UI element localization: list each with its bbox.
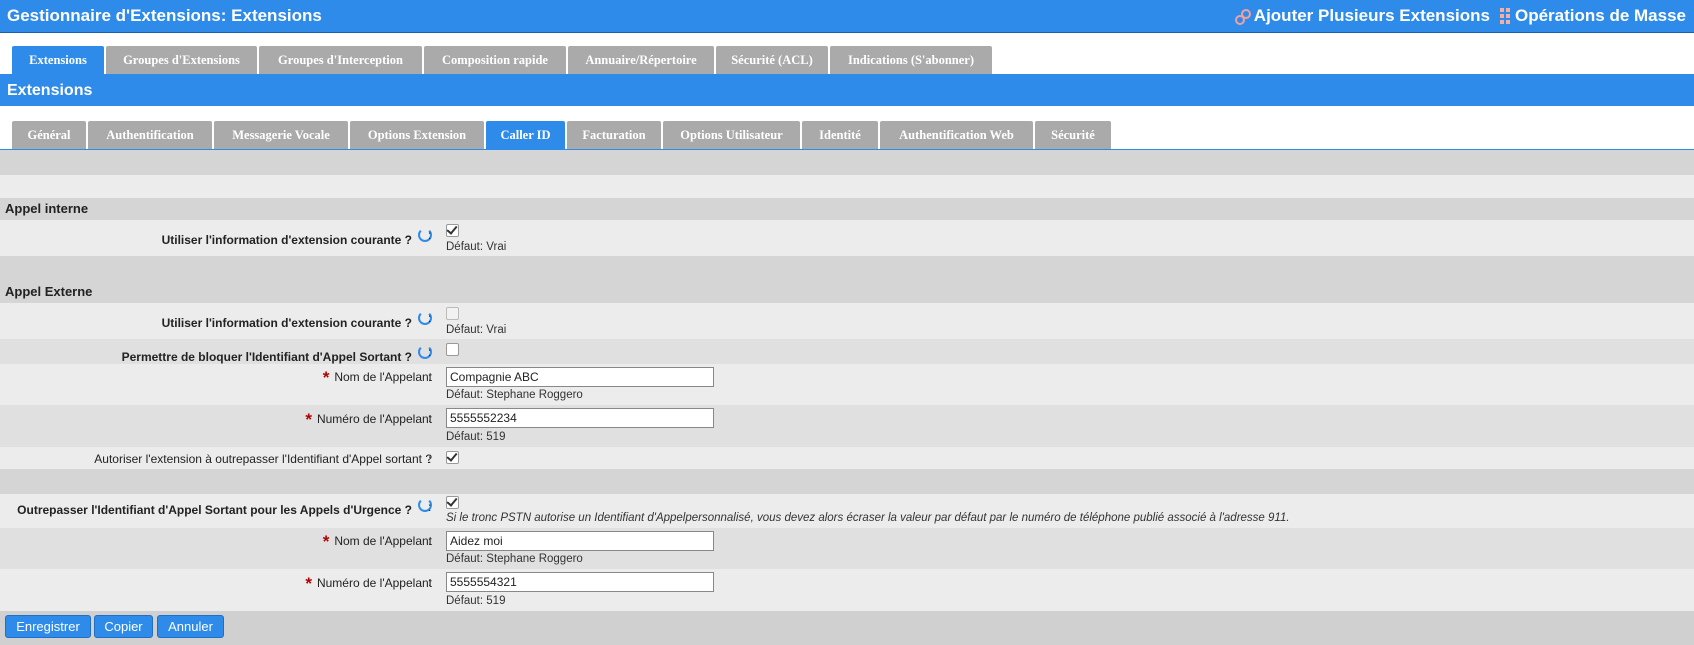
header-actions: Ajouter Plusieurs Extensions Opérations …: [1234, 6, 1686, 26]
form-actions: Enregistrer Copier Annuler: [0, 611, 1694, 645]
copy-button[interactable]: Copier: [94, 615, 153, 638]
main-tabs: Extensions Groupes d'Extensions Groupes …: [0, 46, 1694, 75]
internal-use-current-label: Utiliser l'information d'extension coura…: [162, 228, 432, 247]
emergency-number-label: * Numéro de l'Appelant: [305, 574, 432, 593]
spacer-band: [0, 175, 1694, 198]
link-icon: [1234, 9, 1251, 25]
external-use-current-label: Utiliser l'information d'extension coura…: [162, 311, 432, 330]
external-use-current-default: Défaut: Vrai: [446, 324, 507, 336]
required-icon: *: [305, 574, 312, 593]
emergency-override-note: Si le tronc PSTN autorise un Identifiant…: [446, 512, 1290, 524]
subtab-voicemail[interactable]: Messagerie Vocale: [214, 121, 348, 149]
tab-extensions[interactable]: Extensions: [12, 46, 104, 74]
internal-use-current-default: Défaut: Vrai: [446, 241, 507, 253]
section-header: Extensions: [0, 76, 1694, 106]
mass-operations-label: Opérations de Masse: [1514, 6, 1686, 25]
spacer-band: [0, 256, 1694, 281]
subtab-general[interactable]: Général: [12, 121, 86, 149]
tab-security-acl[interactable]: Sécurité (ACL): [716, 46, 828, 74]
emergency-name-default: Défaut: Stephane Roggero: [446, 553, 583, 565]
required-icon: *: [305, 410, 312, 429]
sub-tabs: Général Authentification Messagerie Voca…: [0, 121, 1694, 150]
external-number-row: *Numéro de l'Appelant : Défaut: 519: [0, 405, 1694, 447]
external-number-default: Défaut: 519: [446, 431, 506, 443]
allow-override-label: Autoriser l'extension à outrepasser l'Id…: [94, 452, 432, 466]
internal-call-title: Appel interne: [5, 201, 89, 216]
section-title: Extensions: [7, 82, 93, 99]
external-call-title: Appel Externe: [5, 284, 93, 299]
top-bar: Gestionnaire d'Extensions: Extensions Aj…: [0, 0, 1694, 33]
mass-operations-link[interactable]: Opérations de Masse: [1499, 6, 1686, 26]
external-use-current-row: Utiliser l'information d'extension coura…: [0, 303, 1694, 339]
internal-call-heading: Appel interne: [0, 198, 1694, 220]
allow-block-checkbox[interactable]: [446, 343, 459, 356]
add-multiple-label: Ajouter Plusieurs Extensions: [1253, 6, 1490, 25]
save-button[interactable]: Enregistrer: [5, 615, 91, 638]
cancel-button[interactable]: Annuler: [157, 615, 224, 638]
subtab-user-options[interactable]: Options Utilisateur: [663, 121, 800, 149]
grid-icon: [1499, 8, 1510, 24]
external-number-label: * Numéro de l'Appelant: [305, 410, 432, 429]
allow-block-label: Permettre de bloquer l'Identifiant d'App…: [122, 345, 432, 364]
subtab-extension-options[interactable]: Options Extension: [350, 121, 484, 149]
tab-subscriptions[interactable]: Indications (S'abonner): [830, 46, 992, 74]
emergency-override-checkbox[interactable]: [446, 495, 459, 509]
allow-override-checkbox[interactable]: [446, 450, 459, 464]
external-name-default: Défaut: Stephane Roggero: [446, 389, 583, 401]
tab-pickup-groups[interactable]: Groupes d'Interception: [259, 46, 422, 74]
external-name-label: * Nom de l'Appelant: [322, 368, 432, 387]
required-icon: *: [322, 532, 330, 551]
tab-speed-dial[interactable]: Composition rapide: [424, 46, 566, 74]
allow-override-row: Autoriser l'extension à outrepasser l'Id…: [0, 447, 1694, 469]
subtab-caller-id[interactable]: Caller ID: [486, 121, 565, 149]
external-name-input[interactable]: [446, 367, 714, 387]
add-multiple-extensions-link[interactable]: Ajouter Plusieurs Extensions: [1234, 6, 1490, 26]
emergency-name-label: * Nom de l'Appelant: [322, 532, 432, 551]
external-name-row: *Nom de l'Appelant : Défaut: Stephane Ro…: [0, 364, 1694, 405]
external-number-input[interactable]: [446, 408, 714, 428]
external-call-heading: Appel Externe: [0, 281, 1694, 303]
tab-directory[interactable]: Annuaire/Répertoire: [568, 46, 714, 74]
emergency-number-row: *Numéro de l'Appelant : Défaut: 519: [0, 569, 1694, 611]
allow-block-row: Permettre de bloquer l'Identifiant d'App…: [0, 339, 1694, 364]
emergency-name-row: *Nom de l'Appelant : Défaut: Stephane Ro…: [0, 528, 1694, 569]
page-title: Gestionnaire d'Extensions: Extensions: [7, 6, 322, 25]
emergency-name-input[interactable]: [446, 531, 714, 551]
internal-use-current-checkbox[interactable]: [446, 223, 459, 237]
emergency-override-row: Outrepasser l'Identifiant d'Appel Sortan…: [0, 494, 1694, 528]
required-icon: *: [322, 368, 330, 387]
spacer-band: [0, 469, 1694, 494]
emergency-override-label: Outrepasser l'Identifiant d'Appel Sortan…: [17, 498, 432, 517]
emergency-number-input[interactable]: [446, 572, 714, 592]
emergency-number-default: Défaut: 519: [446, 595, 506, 607]
tab-extension-groups[interactable]: Groupes d'Extensions: [106, 46, 257, 74]
external-use-current-checkbox[interactable]: [446, 307, 459, 320]
subtab-billing[interactable]: Facturation: [567, 121, 661, 149]
subtab-web-authentication[interactable]: Authentification Web: [880, 121, 1033, 149]
subtab-identity[interactable]: Identité: [802, 121, 878, 149]
subtab-authentication[interactable]: Authentification: [88, 121, 212, 149]
subtab-security[interactable]: Sécurité: [1035, 121, 1111, 149]
spacer-band: [0, 150, 1694, 175]
internal-use-current-row: Utiliser l'information d'extension coura…: [0, 220, 1694, 256]
